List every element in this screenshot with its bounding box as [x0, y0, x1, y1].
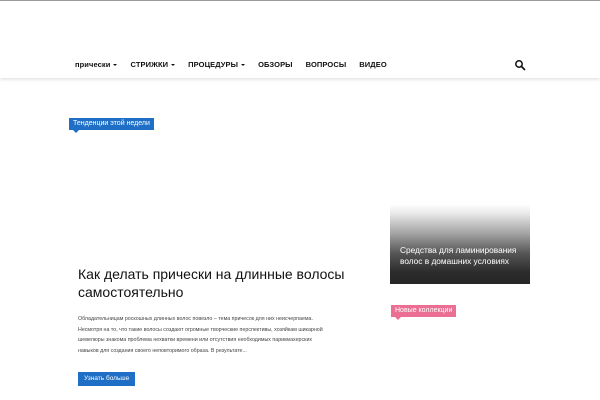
main-menu: прически СТРИЖКИ ПРОЦЕДУРЫ ОБЗОРЫ ВОПРОС…	[75, 50, 400, 78]
nav-item-haircuts[interactable]: СТРИЖКИ	[130, 59, 176, 69]
nav-item-label: ПРОЦЕДУРЫ	[188, 59, 239, 69]
new-collections-tag[interactable]: Новые коллекции	[391, 305, 457, 317]
sidebar-article-title: Средства для ламинирования волос в домаш…	[400, 245, 517, 266]
nav-item-label: ВИДЕО	[359, 59, 387, 69]
read-more-button[interactable]: Узнать больше	[78, 372, 136, 386]
featured-article-title[interactable]: Как делать прически на длинные волосы са…	[78, 265, 348, 301]
chevron-down-icon	[171, 63, 176, 66]
category-tag-pointer	[73, 130, 79, 133]
nav-item-label: ВОПРОСЫ	[305, 59, 347, 69]
chevron-down-icon	[113, 63, 118, 66]
main-navigation-bar: прически СТРИЖКИ ПРОЦЕДУРЫ ОБЗОРЫ ВОПРОС…	[0, 50, 600, 78]
nav-item-procedures[interactable]: ПРОЦЕДУРЫ	[188, 59, 246, 69]
section-tag-pointer	[395, 317, 401, 320]
featured-category-tag[interactable]: Тенденции этой недели	[69, 118, 154, 130]
sidebar-article-card[interactable]: Средства для ламинирования волос в домаш…	[390, 204, 530, 284]
nav-item-video[interactable]: ВИДЕО	[359, 60, 387, 69]
nav-item-questions[interactable]: ВОПРОСЫ	[306, 60, 347, 69]
featured-article-excerpt: Обладательницам роскошных длинных волос …	[78, 316, 323, 354]
nav-item-label: ОБЗОРЫ	[258, 59, 293, 69]
search-icon[interactable]	[514, 58, 526, 71]
nav-item-reviews[interactable]: ОБЗОРЫ	[258, 60, 293, 69]
nav-item-label: прически	[75, 59, 111, 69]
nav-item-label: СТРИЖКИ	[130, 59, 169, 69]
top-border-line	[0, 0, 600, 1]
nav-item-hairstyles[interactable]: прически	[75, 59, 118, 69]
chevron-down-icon	[241, 63, 246, 66]
